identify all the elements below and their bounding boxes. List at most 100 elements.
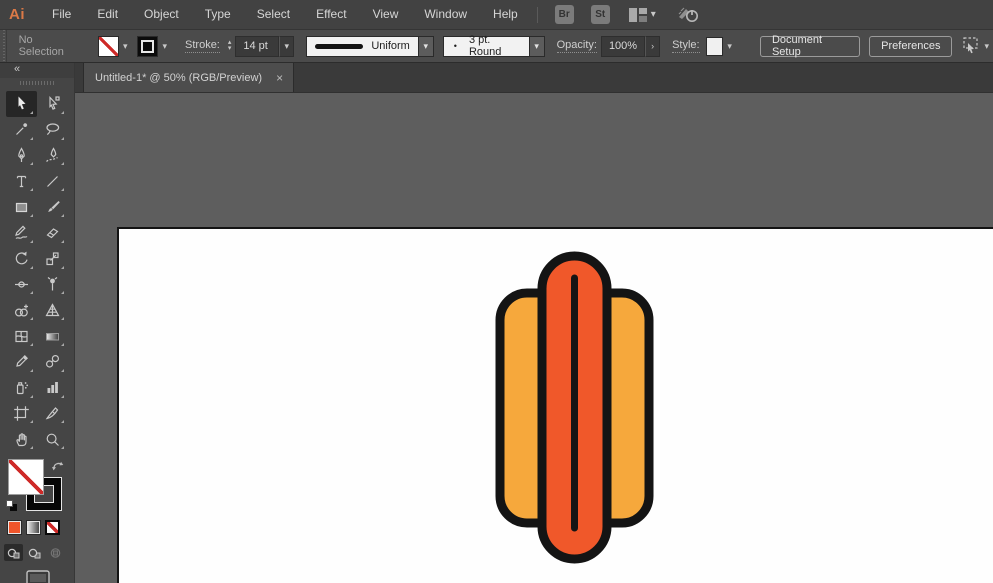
width-profile-preview: [315, 44, 363, 49]
brush-definition-chevron[interactable]: ▾: [530, 36, 545, 57]
chevron-down-icon[interactable]: ▾: [119, 41, 132, 52]
canvas-pasteboard[interactable]: [75, 93, 993, 583]
draw-normal-button[interactable]: [4, 544, 23, 561]
width-profile-dropdown[interactable]: Uniform: [306, 36, 419, 57]
spinner-down-icon[interactable]: ▾: [228, 46, 232, 52]
draw-inside-button[interactable]: [46, 544, 65, 561]
menu-help[interactable]: Help: [480, 0, 531, 29]
puppet-warp-tool[interactable]: [37, 272, 68, 298]
menu-divider: [537, 7, 538, 23]
gpu-performance-button[interactable]: [678, 6, 700, 23]
perspective-grid-tool[interactable]: [37, 297, 68, 323]
none-button[interactable]: [45, 520, 60, 535]
line-segment-tool[interactable]: [37, 168, 68, 194]
brush-preview-dot: •: [454, 41, 457, 51]
tools-panel-header[interactable]: «: [0, 63, 74, 78]
selection-tool[interactable]: [6, 91, 37, 117]
opacity-label[interactable]: Opacity:: [557, 39, 597, 53]
menu-edit[interactable]: Edit: [84, 0, 131, 29]
gradient-tool[interactable]: [37, 323, 68, 349]
menu-file[interactable]: File: [39, 0, 84, 29]
document-area: Untitled-1* @ 50% (RGB/Preview) ×: [75, 63, 993, 583]
preferences-button[interactable]: Preferences: [869, 36, 952, 57]
direct-selection-tool[interactable]: [37, 91, 68, 117]
color-button[interactable]: [7, 520, 22, 535]
chevron-down-icon: ▾: [534, 41, 539, 52]
select-similar-control[interactable]: ▾: [960, 37, 993, 55]
brush-definition-dropdown[interactable]: • 3 pt. Round: [443, 36, 530, 57]
width-profile-chevron[interactable]: ▾: [419, 36, 434, 57]
stroke-weight-stepper[interactable]: ▴ ▾: [228, 40, 232, 52]
document-setup-button[interactable]: Document Setup: [760, 36, 860, 57]
eraser-tool[interactable]: [37, 220, 68, 246]
slice-tool-icon: [44, 405, 61, 422]
default-fill-stroke-button[interactable]: [6, 500, 17, 511]
chevron-down-icon[interactable]: ▾: [723, 41, 736, 52]
select-similar-icon: [960, 37, 980, 55]
menu-effect[interactable]: Effect: [303, 0, 359, 29]
column-graph-tool[interactable]: [37, 375, 68, 401]
stroke-weight-dropdown[interactable]: ▾: [279, 36, 294, 57]
stock-button[interactable]: St: [591, 5, 610, 24]
screen-mode-button[interactable]: [0, 570, 75, 583]
rectangle-tool[interactable]: [6, 194, 37, 220]
mesh-tool[interactable]: [6, 323, 37, 349]
control-bar-grip[interactable]: [0, 30, 7, 62]
zoom-tool[interactable]: [37, 426, 68, 452]
collapse-panel-icon[interactable]: «: [14, 63, 21, 75]
menu-select[interactable]: Select: [244, 0, 303, 29]
artboard-tool[interactable]: [6, 401, 37, 427]
menu-object[interactable]: Object: [131, 0, 192, 29]
eyedropper-tool[interactable]: [6, 349, 37, 375]
hotdog-artwork[interactable]: [119, 229, 993, 583]
document-tab[interactable]: Untitled-1* @ 50% (RGB/Preview) ×: [83, 63, 294, 92]
opacity-expand[interactable]: ›: [645, 36, 660, 57]
gradient-button[interactable]: [26, 520, 41, 535]
scale-tool[interactable]: [37, 246, 68, 272]
width-tool[interactable]: [6, 272, 37, 298]
blend-tool[interactable]: [37, 349, 68, 375]
style-label[interactable]: Style:: [672, 39, 700, 53]
stroke-color-swatch[interactable]: [137, 36, 158, 57]
close-tab-icon[interactable]: ×: [276, 71, 283, 85]
menu-type[interactable]: Type: [192, 0, 244, 29]
fill-indicator-none[interactable]: [8, 459, 44, 495]
menu-view[interactable]: View: [360, 0, 412, 29]
slice-tool[interactable]: [37, 401, 68, 427]
lasso-tool[interactable]: [37, 117, 68, 143]
shaper-tool-icon: [13, 224, 30, 241]
pen-tool[interactable]: [6, 143, 37, 169]
chevron-down-icon: ▾: [285, 41, 290, 52]
workspace-switcher-button[interactable]: ▾: [629, 8, 656, 22]
chevron-down-icon[interactable]: ▾: [980, 41, 993, 52]
menu-bar: Ai File Edit Object Type Select Effect V…: [0, 0, 993, 30]
stroke-label[interactable]: Stroke:: [185, 39, 220, 53]
tools-panel-grip[interactable]: [20, 81, 54, 86]
opacity-value[interactable]: 100%: [601, 36, 645, 57]
chevron-down-icon[interactable]: ▾: [158, 41, 171, 52]
rotate-tool[interactable]: [6, 246, 37, 272]
artboard[interactable]: [117, 227, 993, 583]
paintbrush-tool-icon: [44, 199, 61, 216]
curvature-tool[interactable]: [37, 143, 68, 169]
fill-none-swatch[interactable]: [98, 36, 119, 57]
shaper-tool[interactable]: [6, 220, 37, 246]
shape-builder-tool[interactable]: [6, 297, 37, 323]
swap-fill-stroke-button[interactable]: [51, 459, 65, 477]
hand-tool[interactable]: [6, 426, 37, 452]
type-tool[interactable]: [6, 168, 37, 194]
rotate-tool-icon: [13, 250, 30, 267]
zoom-tool-icon: [44, 431, 61, 448]
magic-wand-tool[interactable]: [6, 117, 37, 143]
menu-window[interactable]: Window: [411, 0, 480, 29]
draw-behind-button[interactable]: [25, 544, 44, 561]
brush-definition-label: 3 pt. Round: [469, 34, 521, 58]
stroke-color-control[interactable]: ▾: [137, 36, 171, 57]
bridge-button[interactable]: Br: [555, 5, 574, 24]
paintbrush-tool[interactable]: [37, 194, 68, 220]
fill-color-control[interactable]: ▾: [98, 36, 132, 57]
stroke-weight-value[interactable]: 14 pt: [235, 36, 279, 57]
illustrator-window: Ai File Edit Object Type Select Effect V…: [0, 0, 993, 583]
style-swatch[interactable]: [706, 37, 724, 56]
symbol-sprayer-tool[interactable]: [6, 375, 37, 401]
